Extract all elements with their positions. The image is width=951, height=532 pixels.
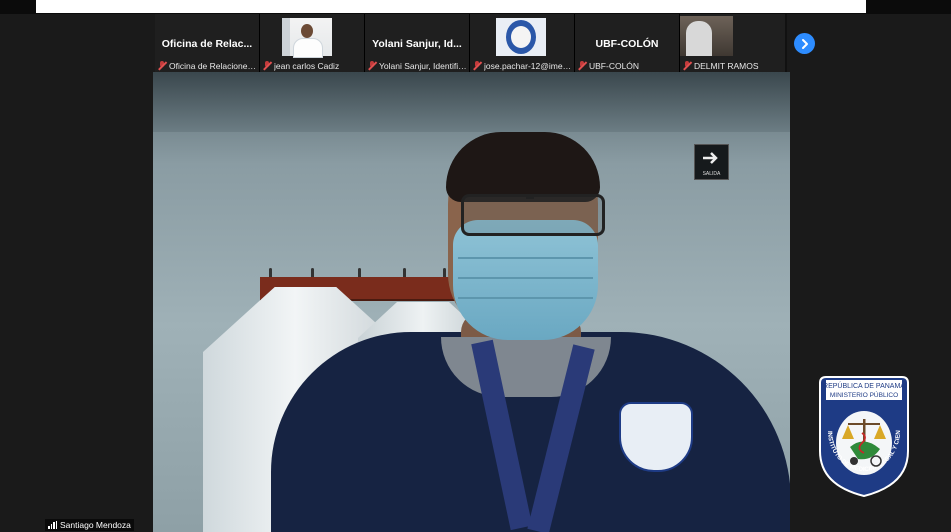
logo-second-line: MINISTERIO PÚBLICO — [830, 390, 898, 399]
mic-muted-icon — [577, 61, 587, 71]
participant-label: Yolani Sanjur, Identific... — [379, 61, 467, 71]
participant-display-name: Oficina de Relac... — [161, 38, 253, 50]
participant-tile[interactable]: Oficina de Relac... Oficina de Relacione… — [155, 14, 260, 72]
chevron-right-icon — [801, 38, 808, 49]
participant-tile[interactable]: Yolani Sanjur, Id... Yolani Sanjur, Iden… — [365, 14, 470, 72]
participant-tile[interactable]: jean carlos Cadiz — [260, 14, 365, 72]
participant-tile[interactable]: UBF-COLÓN UBF-COLÓN — [575, 14, 680, 72]
participant-label: jose.pachar-12@imelc... — [484, 61, 572, 71]
next-page-button[interactable] — [794, 33, 815, 54]
participant-footer: UBF-COLÓN — [577, 61, 677, 71]
participant-footer: jean carlos Cadiz — [262, 61, 362, 71]
face-mask — [453, 220, 598, 340]
participant-tile[interactable]: DELMIT RAMOS — [680, 14, 785, 72]
participant-label: DELMIT RAMOS — [694, 61, 759, 71]
participant-label: UBF-COLÓN — [589, 61, 640, 71]
window-title-strip — [36, 0, 866, 13]
speaker-name-tag: Santiago Mendoza — [45, 519, 134, 531]
institute-logo: REPÚBLICA DE PANAMÁ MINISTERIO PÚBLICO I… — [814, 373, 909, 498]
video-ceiling — [153, 72, 790, 132]
mic-muted-icon — [472, 61, 482, 71]
logo-top-line: REPÚBLICA DE PANAMÁ — [823, 381, 905, 390]
eyeglasses — [461, 194, 605, 236]
participant-video-thumbnail — [680, 16, 733, 56]
participant-display-name: Yolani Sanjur, Id... — [372, 38, 462, 50]
uniform-patch — [619, 402, 693, 472]
arrow-right-icon — [703, 152, 718, 164]
participant-video-thumbnail — [282, 18, 332, 58]
participant-footer: Yolani Sanjur, Identific... — [367, 61, 467, 71]
participant-display-name: UBF-COLÓN — [595, 38, 659, 50]
exit-sign: SALIDA — [694, 144, 729, 180]
exit-sign-text: SALIDA — [702, 171, 721, 177]
participant-avatar-logo — [496, 18, 546, 56]
mic-muted-icon — [367, 61, 377, 71]
speaker-name: Santiago Mendoza — [60, 520, 131, 530]
mic-muted-icon — [262, 61, 272, 71]
participant-label: jean carlos Cadiz — [274, 61, 340, 71]
participant-tile[interactable]: jose.pachar-12@imelc... — [470, 14, 575, 72]
participant-footer: jose.pachar-12@imelc... — [472, 61, 572, 71]
active-speaker-video[interactable]: SALIDA — [153, 72, 790, 532]
participant-filmstrip: Oficina de Relac... Oficina de Relacione… — [155, 14, 787, 72]
participant-footer: Oficina de Relaciones... — [157, 61, 257, 71]
mic-muted-icon — [157, 61, 167, 71]
participant-footer: DELMIT RAMOS — [682, 61, 783, 71]
window-top-bar — [0, 0, 951, 14]
signal-bars-icon — [48, 521, 57, 529]
participant-label: Oficina de Relaciones... — [169, 61, 257, 71]
mic-muted-icon — [682, 61, 692, 71]
